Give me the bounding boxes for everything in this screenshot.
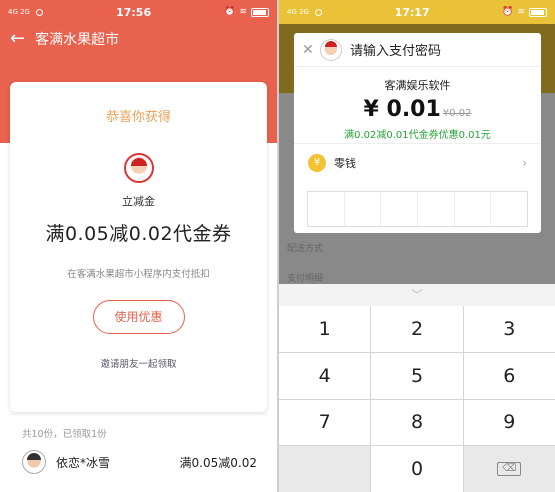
- claimed-coupon: 满0.05减0.02: [179, 455, 257, 470]
- page-title: 客满水果超市: [35, 32, 120, 48]
- numeric-keypad: 1 2 3 4 5 6 7 8 9 0 ⌫: [279, 306, 555, 492]
- password-digit: [381, 192, 419, 226]
- payment-method-label: 零钱: [334, 156, 356, 170]
- usage-description: 在客满水果超市小程序内支付抵扣: [67, 269, 210, 280]
- payment-password-dialog: ✕ 请输入支付密码 客满娱乐软件 ¥ 0.01 ¥0.02 满0.02减0.01代…: [294, 33, 541, 233]
- congrats-heading: 恭喜你获得: [105, 110, 171, 125]
- key-3[interactable]: 3: [463, 306, 555, 352]
- key-5[interactable]: 5: [371, 352, 463, 399]
- delete-key[interactable]: ⌫: [463, 446, 555, 492]
- battery-icon: [529, 7, 547, 17]
- password-digit: [345, 192, 382, 226]
- wifi-icon: ≋: [517, 7, 525, 17]
- coupon-title: 满0.05减0.02代金券: [45, 223, 232, 245]
- key-9[interactable]: 9: [463, 399, 555, 446]
- key-2[interactable]: 2: [371, 306, 463, 352]
- invite-friends-link[interactable]: 邀请朋友一起领取: [10, 356, 267, 370]
- alarm-icon: ⏰: [502, 7, 514, 17]
- dialog-title: 请输入支付密码: [350, 44, 442, 59]
- signal-indicator: 4G 2G: [287, 8, 309, 16]
- signal-indicator: 4G 2G: [8, 8, 30, 16]
- keyboard-collapse-handle[interactable]: ﹀: [279, 284, 555, 306]
- status-time: 17:17: [394, 5, 430, 19]
- divider: [10, 414, 267, 415]
- close-icon[interactable]: ✕: [302, 42, 320, 58]
- left-phone-screen: 4G 2G 17:56 ⏰ ≋ ← 客满水果超市 恭喜你获得 立减金 满0.05减…: [0, 0, 277, 492]
- avatar: [22, 450, 46, 474]
- dialog-header: ✕ 请输入支付密码: [294, 33, 541, 67]
- claimer-name: 依恋*冰雪: [56, 455, 111, 470]
- status-bar: 4G 2G 17:56 ⏰ ≋: [0, 0, 277, 24]
- key-4[interactable]: 4: [279, 352, 371, 399]
- right-phone-screen: 4G 2G 17:17 ⏰ ≋ 配送方式 支付明细 ✕ 请输入支付密码 客满娱乐软…: [279, 0, 555, 492]
- amount-row: ¥ 0.01 ¥0.02: [294, 97, 541, 122]
- coupon-kind: 立减金: [122, 195, 155, 208]
- wifi-icon: ≋: [239, 7, 247, 17]
- list-item: 依恋*冰雪 满0.05减0.02: [22, 447, 257, 477]
- coin-icon: ¥: [308, 153, 326, 172]
- pay-amount: ¥ 0.01: [363, 97, 441, 122]
- coupon-card: 恭喜你获得 立减金 满0.05减0.02代金券 在客满水果超市小程序内支付抵扣 …: [10, 82, 267, 412]
- battery-icon: [251, 7, 269, 17]
- original-amount: ¥0.02: [442, 108, 472, 119]
- password-input[interactable]: [307, 191, 528, 227]
- password-digit: [418, 192, 455, 226]
- key-8[interactable]: 8: [371, 399, 463, 446]
- status-time: 17:56: [116, 5, 152, 19]
- notification-icon: [35, 8, 43, 16]
- password-digit: [491, 192, 527, 226]
- promo-text: 满0.02减0.01代金券优惠0.01元: [344, 130, 491, 141]
- merchant-avatar: [123, 153, 154, 183]
- key-0[interactable]: 0: [371, 446, 463, 492]
- nav-bar: ← 客满水果超市: [0, 24, 277, 54]
- key-6[interactable]: 6: [463, 352, 555, 399]
- backspace-icon: ⌫: [497, 462, 522, 477]
- chevron-right-icon: ›: [522, 155, 527, 170]
- key-blank: [279, 446, 371, 492]
- key-1[interactable]: 1: [279, 306, 371, 352]
- merchant-name: 客满娱乐软件: [384, 79, 451, 92]
- password-digit: [455, 192, 492, 226]
- claim-count: 共10份，已领取1份: [22, 429, 107, 440]
- payment-method-row[interactable]: ¥ 零钱 ›: [294, 143, 541, 181]
- use-coupon-button[interactable]: 使用优惠: [92, 300, 185, 334]
- password-digit: [308, 192, 345, 226]
- status-bar: 4G 2G 17:17 ⏰ ≋: [279, 0, 555, 24]
- key-7[interactable]: 7: [279, 399, 371, 446]
- notification-icon: [314, 8, 322, 16]
- alarm-icon: ⏰: [224, 7, 236, 17]
- merchant-logo: [320, 38, 342, 61]
- back-arrow-icon[interactable]: ←: [10, 30, 25, 48]
